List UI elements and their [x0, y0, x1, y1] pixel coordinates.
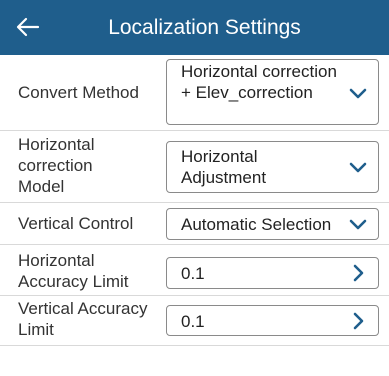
setting-label: Vertical Control: [18, 214, 134, 233]
chevron-right-icon: [353, 264, 364, 282]
app-header: Localization Settings: [0, 0, 389, 55]
setting-label: Vertical Accuracy Limit: [18, 299, 148, 339]
setting-row-horizontal-accuracy-limit: Horizontal Accuracy Limit 0.1: [0, 245, 389, 296]
chevron-right-icon: [353, 312, 364, 330]
setting-label: Horizontal correction Model: [18, 135, 95, 196]
setting-row-convert-method: Convert Method Horizontal correction + E…: [0, 55, 389, 131]
horizontal-correction-model-dropdown[interactable]: Horizontal Adjustment: [166, 141, 379, 193]
chevron-down-icon: [349, 162, 367, 173]
vertical-accuracy-limit-field[interactable]: 0.1: [166, 305, 379, 336]
dropdown-value: Horizontal Adjustment: [181, 147, 267, 187]
convert-method-dropdown[interactable]: Horizontal correction + Elev_correction: [166, 59, 379, 125]
setting-row-horizontal-correction-model: Horizontal correction Model Horizontal A…: [0, 131, 389, 203]
page-title: Localization Settings: [108, 16, 301, 39]
setting-row-vertical-accuracy-limit: Vertical Accuracy Limit 0.1: [0, 296, 389, 346]
field-value: 0.1: [181, 312, 205, 331]
chevron-down-icon: [349, 219, 367, 230]
setting-label: Horizontal Accuracy Limit: [18, 251, 129, 291]
field-value: 0.1: [181, 264, 205, 283]
setting-label: Convert Method: [18, 83, 139, 102]
chevron-down-icon: [349, 88, 367, 99]
setting-row-vertical-control: Vertical Control Automatic Selection: [0, 203, 389, 245]
horizontal-accuracy-limit-field[interactable]: 0.1: [166, 257, 379, 289]
vertical-control-dropdown[interactable]: Automatic Selection: [166, 208, 379, 240]
dropdown-value: Automatic Selection: [181, 215, 332, 234]
dropdown-value: Horizontal correction + Elev_correction: [181, 62, 337, 102]
